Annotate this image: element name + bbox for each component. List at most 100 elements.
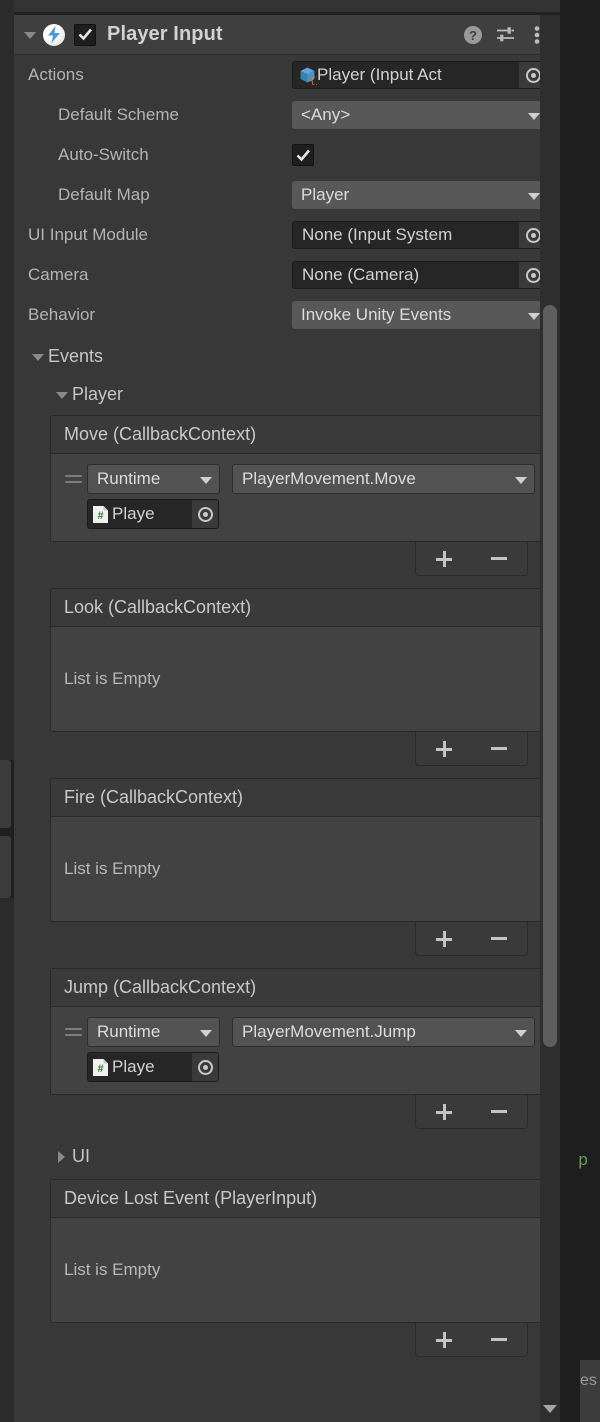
property-label: Default Map [58, 185, 150, 204]
actions-object-field[interactable]: {} Player (Input Act [292, 61, 548, 89]
background-code-fragment: p [578, 1152, 589, 1171]
target-dot-icon [525, 67, 541, 83]
object-picker-button[interactable] [192, 1053, 218, 1081]
event-list-footer-look [50, 732, 546, 766]
help-icon[interactable]: ? [460, 22, 486, 48]
object-picker-button[interactable] [192, 500, 218, 528]
remove-event-button[interactable] [482, 1099, 516, 1125]
remove-event-button[interactable] [482, 926, 516, 952]
remove-event-button[interactable] [482, 736, 516, 762]
property-label: Camera [28, 265, 89, 284]
add-event-button[interactable] [427, 926, 461, 952]
ui-input-module-object-field[interactable]: None (Input System [292, 221, 548, 249]
property-row-camera: Camera None (Camera) [14, 255, 560, 295]
auto-switch-checkbox[interactable] [292, 144, 314, 166]
event-mode-dropdown[interactable]: Runtime [87, 1017, 220, 1047]
drag-handle-icon[interactable] [61, 475, 87, 483]
svg-text:{}: {} [310, 76, 317, 85]
object-field-value: Playe [112, 1057, 155, 1076]
default-map-dropdown[interactable]: Player [292, 181, 548, 209]
event-list-header[interactable]: Look (CallbackContext) [51, 589, 545, 627]
event-mode-value: Runtime [97, 1022, 161, 1041]
property-row-actions: Actions {} Pla [14, 55, 560, 95]
background-panel-right [560, 0, 600, 1422]
object-field-inner: None (Input System [293, 225, 519, 245]
event-list-jump: Jump (CallbackContext) Runtime PlayerMov… [50, 968, 546, 1095]
component-foldout-arrow-icon[interactable] [20, 25, 40, 45]
property-field: Player [292, 181, 548, 209]
events-label: Events [48, 345, 104, 366]
event-list-title: Look (CallbackContext) [64, 597, 252, 617]
event-list-header[interactable]: Jump (CallbackContext) [51, 969, 545, 1007]
add-event-button[interactable] [427, 1099, 461, 1125]
object-field-inner: # Playe [88, 504, 192, 524]
event-mode-dropdown[interactable]: Runtime [87, 464, 220, 494]
events-group-label: UI [72, 1145, 90, 1166]
camera-object-field[interactable]: None (Camera) [292, 261, 548, 289]
preset-sliders-icon[interactable] [492, 22, 518, 48]
property-row-default-scheme: Default Scheme <Any> [14, 95, 560, 135]
component-title: Player Input [107, 23, 223, 45]
remove-event-button[interactable] [482, 546, 516, 572]
event-entry: Runtime PlayerMovement.Jump # Playe [51, 1013, 545, 1084]
inspector-scrollbar[interactable] [540, 15, 560, 1422]
property-label: Auto-Switch [58, 145, 149, 164]
event-entry-line-top: Runtime PlayerMovement.Jump [61, 1017, 535, 1047]
event-list-header[interactable]: Move (CallbackContext) [51, 416, 545, 454]
event-list-title: Jump (CallbackContext) [64, 977, 257, 997]
empty-list-message: List is Empty [64, 669, 161, 688]
object-field-value: None (Camera) [302, 265, 420, 284]
event-list-device-lost: Device Lost Event (PlayerInput) List is … [50, 1179, 546, 1323]
properties-section: Actions {} Pla [14, 55, 560, 335]
footer-tab [415, 1095, 528, 1129]
event-function-value: PlayerMovement.Move [242, 469, 416, 488]
event-list-box: Look (CallbackContext) List is Empty [50, 588, 546, 732]
dropdown-value: Player [301, 185, 350, 204]
event-target-object-field[interactable]: # Playe [87, 1052, 219, 1082]
property-field: None (Camera) [292, 261, 548, 289]
events-foldout-arrow-icon[interactable] [28, 347, 46, 365]
add-event-button[interactable] [427, 546, 461, 572]
background-panel-left-top [0, 0, 14, 760]
add-event-button[interactable] [427, 736, 461, 762]
event-list-body: Runtime PlayerMovement.Move # Playe [51, 454, 545, 541]
object-field-inner: {} Player (Input Act [293, 65, 519, 85]
scrollbar-thumb[interactable] [543, 305, 557, 1047]
events-group-player-foldout[interactable]: Player [14, 375, 560, 413]
player-input-bolt-icon [43, 23, 65, 46]
footer-tab [415, 732, 528, 766]
event-list-footer-jump [50, 1095, 546, 1129]
event-list-header[interactable]: Fire (CallbackContext) [51, 779, 545, 817]
behavior-dropdown[interactable]: Invoke Unity Events [292, 301, 548, 329]
event-list-footer-device-lost [50, 1323, 546, 1357]
ui-group-foldout-arrow-icon[interactable] [52, 1147, 70, 1165]
event-list-box: Jump (CallbackContext) Runtime PlayerMov… [50, 968, 546, 1095]
event-list-body: List is Empty [51, 627, 545, 731]
object-field-value: None (Input System [302, 225, 453, 244]
component-header[interactable]: Player Input ? [14, 15, 560, 55]
event-function-dropdown[interactable]: PlayerMovement.Jump [232, 1017, 535, 1047]
event-function-dropdown[interactable]: PlayerMovement.Move [232, 464, 535, 494]
default-scheme-dropdown[interactable]: <Any> [292, 101, 548, 129]
object-field-inner: None (Camera) [293, 265, 519, 285]
event-list-box: Move (CallbackContext) Runtime PlayerMov… [50, 415, 546, 542]
remove-event-button[interactable] [482, 1327, 516, 1353]
dropdown-value: <Any> [301, 105, 351, 124]
event-list-move: Move (CallbackContext) Runtime PlayerMov… [50, 415, 546, 542]
event-mode-value: Runtime [97, 469, 161, 488]
property-field: None (Input System [292, 221, 548, 249]
add-event-button[interactable] [427, 1327, 461, 1353]
drag-handle-icon[interactable] [61, 1028, 87, 1036]
events-group-ui-foldout[interactable]: UI [14, 1137, 560, 1175]
scrollbar-down-arrow-icon[interactable] [542, 1401, 558, 1417]
component-enabled-checkbox[interactable] [74, 23, 96, 46]
events-foldout[interactable]: Events [14, 337, 560, 375]
player-group-foldout-arrow-icon[interactable] [52, 385, 70, 403]
window-top-strip [14, 0, 560, 13]
property-row-behavior: Behavior Invoke Unity Events [14, 295, 560, 335]
property-label: Default Scheme [58, 105, 179, 124]
event-target-object-field[interactable]: # Playe [87, 499, 219, 529]
event-list-header[interactable]: Device Lost Event (PlayerInput) [51, 1180, 545, 1218]
svg-text:#: # [97, 510, 103, 522]
background-panel-left-lower [0, 836, 11, 898]
